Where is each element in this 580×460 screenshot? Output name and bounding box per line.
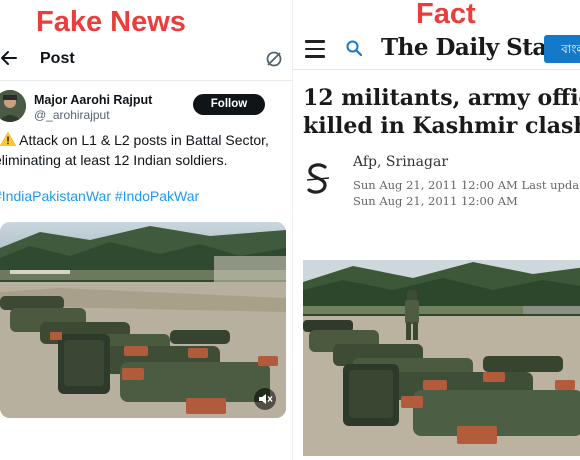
daily-star-s-icon xyxy=(305,162,331,196)
site-header: The Daily Star বাংলা xyxy=(293,30,580,70)
post-text-line1: Attack on L1 & L2 posts in Battal Sector… xyxy=(19,132,269,148)
published-date: Sun Aug 21, 2011 12:00 AM Last update on… xyxy=(353,178,580,192)
post-media-image[interactable] xyxy=(0,222,286,418)
reload-icon[interactable] xyxy=(264,49,284,69)
fake-news-panel: Fake News Post Major Aarohi Rajput @_aro… xyxy=(0,0,292,460)
post-text-line2: eliminating at least 12 Indian soldiers. xyxy=(0,152,228,168)
hamburger-icon[interactable] xyxy=(305,40,325,58)
mute-icon[interactable] xyxy=(254,388,276,410)
article-headline: 12 militants, army officer killed in Kas… xyxy=(303,84,580,140)
post-text: Attack on L1 & L2 posts in Battal Sector… xyxy=(0,130,292,170)
warning-icon xyxy=(0,131,17,146)
article-image xyxy=(303,260,580,456)
site-logo[interactable]: The Daily Star xyxy=(381,34,559,61)
fake-news-label: Fake News xyxy=(36,6,186,38)
search-icon[interactable] xyxy=(345,39,363,57)
author-name[interactable]: Major Aarohi Rajput xyxy=(34,93,152,107)
language-button[interactable]: বাংলা xyxy=(544,35,580,63)
article-byline: Afp, Srinagar xyxy=(353,154,449,170)
headline-line2: killed in Kashmir clash xyxy=(303,113,580,139)
avatar[interactable] xyxy=(0,90,26,122)
post-header: Post xyxy=(0,44,292,76)
fact-panel: Fact The Daily Star বাংলা 12 militants, … xyxy=(292,0,580,460)
updated-date: Sun Aug 21, 2011 12:00 AM xyxy=(353,194,518,208)
article-dates: Sun Aug 21, 2011 12:00 AM Last update on… xyxy=(353,177,580,209)
back-arrow-icon[interactable] xyxy=(0,48,18,68)
follow-button[interactable]: Follow xyxy=(193,94,265,115)
page-title: Post xyxy=(40,50,75,67)
post-hashtags[interactable]: #IndiaPakistanWar #IndoPakWar xyxy=(0,188,199,204)
author-handle[interactable]: @_arohirajput xyxy=(34,108,110,122)
headline-line1: 12 militants, army officer xyxy=(303,85,580,111)
header-divider xyxy=(0,80,292,81)
fact-label: Fact xyxy=(416,0,476,30)
